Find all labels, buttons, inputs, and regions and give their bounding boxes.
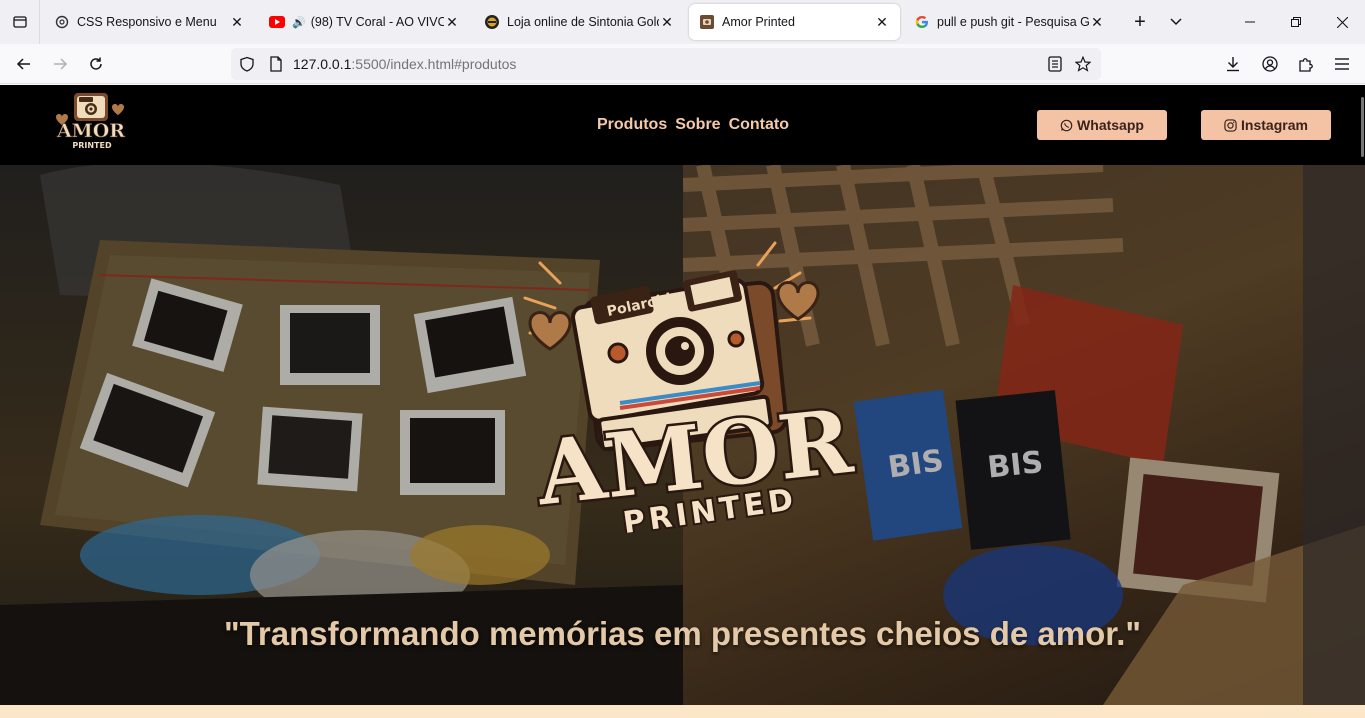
reader-view-icon[interactable] bbox=[1047, 56, 1063, 72]
hamburger-menu-icon bbox=[1335, 58, 1349, 70]
nav-link-sobre[interactable]: Sobre bbox=[675, 116, 720, 134]
heart-left-icon bbox=[528, 311, 572, 351]
next-section-edge bbox=[0, 705, 1365, 718]
close-tab-icon[interactable]: ✕ bbox=[229, 14, 245, 30]
logo-small-printed: PRINTED bbox=[72, 141, 112, 150]
nav-link-produtos[interactable]: Produtos bbox=[597, 116, 667, 134]
chevron-down-icon bbox=[1170, 18, 1182, 26]
downloads-button[interactable] bbox=[1217, 48, 1249, 80]
puzzle-icon bbox=[1299, 58, 1313, 72]
minimize-button[interactable] bbox=[1227, 0, 1273, 44]
youtube-icon bbox=[269, 14, 285, 30]
logo-small-amor: AMOR bbox=[56, 120, 125, 142]
heart-right-icon bbox=[776, 281, 820, 321]
amor-printed-favicon bbox=[699, 14, 715, 30]
instagram-button[interactable]: Instagram bbox=[1201, 110, 1331, 140]
store-icon bbox=[484, 14, 500, 30]
url-text[interactable]: 127.0.0.1:5500/index.html#produtos bbox=[293, 56, 516, 72]
restore-icon bbox=[1291, 17, 1301, 27]
instagram-label: Instagram bbox=[1241, 117, 1308, 133]
arrow-left-icon bbox=[16, 58, 30, 70]
back-button[interactable] bbox=[8, 48, 40, 80]
web-page: AMOR PRINTED Produtos Sobre Contato What… bbox=[0, 85, 1365, 718]
navigation-toolbar: 127.0.0.1:5500/index.html#produtos bbox=[0, 44, 1365, 84]
arrow-right-icon bbox=[54, 58, 68, 70]
tab-title: (98) TV Coral - AO VIVO bbox=[310, 15, 444, 29]
url-path: :5500/index.html#produtos bbox=[351, 56, 517, 72]
download-icon bbox=[1227, 57, 1239, 72]
list-all-tabs-button[interactable] bbox=[1161, 7, 1191, 37]
tab-title: pull e push git - Pesquisa Goo bbox=[937, 15, 1089, 29]
shield-icon[interactable] bbox=[239, 56, 255, 72]
hero-logo: Polaroid AMOR PRINTED bbox=[523, 241, 860, 533]
speaker-icon[interactable]: 🔊 bbox=[292, 16, 306, 29]
whatsapp-button[interactable]: Whatsapp bbox=[1037, 110, 1167, 140]
tab-strip: CSS Responsivo e Menu ✕ 🔊 (98) TV Coral … bbox=[0, 0, 1365, 44]
close-icon bbox=[1336, 16, 1348, 28]
instagram-icon bbox=[1224, 118, 1237, 132]
tab-title: CSS Responsivo e Menu bbox=[77, 15, 217, 29]
forward-button[interactable] bbox=[44, 48, 76, 80]
tab-list-icon bbox=[12, 16, 27, 28]
tab-title: Loja online de Sintonia Gold bbox=[507, 15, 659, 29]
hero-tagline: "Transformando memórias em presentes che… bbox=[223, 615, 1142, 652]
tab-title: Amor Printed bbox=[722, 15, 795, 29]
whatsapp-icon bbox=[1060, 119, 1073, 132]
minimize-icon bbox=[1245, 21, 1255, 23]
hero-section: BIS BIS Polaroid AMOR PRINTED "Transform… bbox=[0, 165, 1365, 705]
account-icon bbox=[1262, 56, 1278, 72]
close-tab-icon[interactable]: ✕ bbox=[444, 14, 460, 30]
tab-list-button[interactable] bbox=[0, 0, 40, 44]
plus-icon: + bbox=[1134, 10, 1146, 33]
page-scrollbar[interactable] bbox=[1361, 97, 1364, 157]
main-nav: Produtos Sobre Contato bbox=[597, 116, 789, 134]
reload-icon bbox=[90, 57, 102, 70]
extensions-button[interactable] bbox=[1290, 48, 1322, 80]
restore-button[interactable] bbox=[1273, 0, 1319, 44]
tab-sintonia-gold[interactable]: Loja online de Sintonia Gold ✕ bbox=[474, 4, 685, 40]
close-tab-icon[interactable]: ✕ bbox=[659, 14, 675, 30]
tab-google-search[interactable]: pull e push git - Pesquisa Goo ✕ bbox=[904, 4, 1115, 40]
page-icon[interactable] bbox=[268, 56, 284, 72]
google-icon bbox=[914, 14, 930, 30]
close-tab-icon[interactable]: ✕ bbox=[1089, 14, 1105, 30]
url-host: 127.0.0.1 bbox=[293, 56, 352, 72]
bookmark-star-icon[interactable] bbox=[1075, 56, 1091, 72]
openai-icon bbox=[54, 14, 70, 30]
close-tab-icon[interactable]: ✕ bbox=[874, 14, 890, 30]
site-header: AMOR PRINTED Produtos Sobre Contato What… bbox=[0, 85, 1365, 165]
nav-link-contato[interactable]: Contato bbox=[729, 116, 789, 134]
tab-tv-coral[interactable]: 🔊 (98) TV Coral - AO VIVO ✕ bbox=[259, 4, 470, 40]
reload-button[interactable] bbox=[80, 48, 112, 80]
new-tab-button[interactable]: + bbox=[1125, 7, 1155, 37]
menu-button[interactable] bbox=[1326, 48, 1358, 80]
address-bar[interactable]: 127.0.0.1:5500/index.html#produtos bbox=[231, 48, 1101, 80]
whatsapp-label: Whatsapp bbox=[1077, 117, 1144, 133]
tab-amor-printed[interactable]: Amor Printed ✕ bbox=[689, 4, 900, 40]
close-window-button[interactable] bbox=[1319, 0, 1365, 44]
tab-css-responsivo[interactable]: CSS Responsivo e Menu ✕ bbox=[44, 4, 255, 40]
amor-printed-logo[interactable]: AMOR PRINTED bbox=[50, 87, 132, 153]
account-button[interactable] bbox=[1254, 48, 1286, 80]
